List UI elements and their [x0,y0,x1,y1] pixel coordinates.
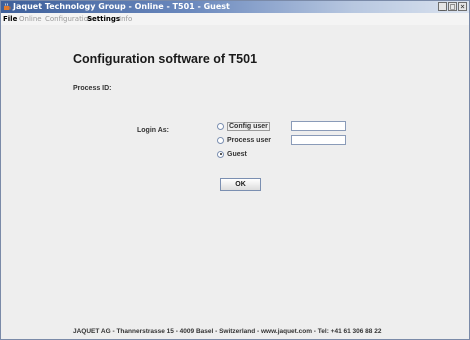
maximize-button[interactable]: □ [448,2,457,11]
close-button[interactable]: × [458,2,467,11]
process-user-password-field[interactable] [291,135,346,145]
radio-label-process-user: Process user [227,136,271,144]
application-window: Jaquet Technology Group - Online - T501 … [0,0,470,340]
radio-button-icon[interactable] [217,136,224,144]
radio-config-user[interactable]: Config user [217,121,270,131]
menu-file[interactable]: File [3,13,17,25]
login-panel: Configuration software of T501 Process I… [1,25,469,339]
radio-label-guest: Guest [227,150,247,158]
menu-info[interactable]: Info [119,13,132,25]
radio-button-icon[interactable] [217,122,224,130]
java-coffee-icon [4,3,11,10]
process-id-label: Process ID: [73,85,112,92]
window-controls: _ □ × [438,2,467,11]
title-bar[interactable]: Jaquet Technology Group - Online - T501 … [1,1,469,13]
radio-label-config-user: Config user [227,121,270,131]
radio-guest[interactable]: Guest [217,149,247,159]
minimize-button[interactable]: _ [438,2,447,11]
menu-settings[interactable]: Settings [87,13,120,25]
menu-bar: File Online Configuration Settings Info [1,13,469,25]
ok-button[interactable]: OK [220,178,261,191]
login-as-label: Login As: [137,127,170,134]
radio-process-user[interactable]: Process user [217,135,271,145]
menu-configuration[interactable]: Configuration [45,13,92,25]
config-user-password-field[interactable] [291,121,346,131]
menu-online[interactable]: Online [19,13,42,25]
window-title: Jaquet Technology Group - Online - T501 … [13,2,230,11]
radio-button-selected-icon[interactable] [217,150,224,158]
footer-contact-info: JAQUET AG - Thannerstrasse 15 - 4009 Bas… [73,328,382,335]
page-title: Configuration software of T501 [73,52,258,66]
